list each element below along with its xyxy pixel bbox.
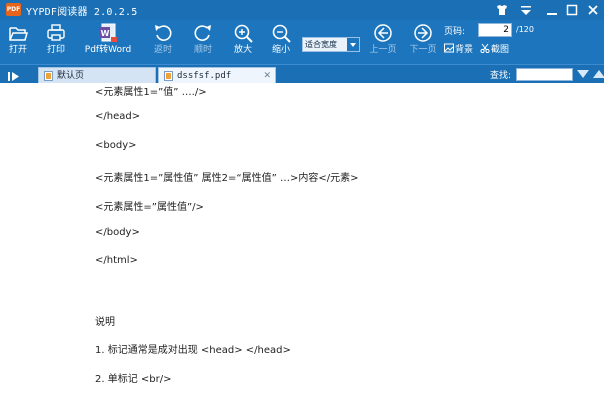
folder-open-icon <box>4 22 32 44</box>
doc-line: 1. 标记通常是成对出现 <head> </head> <box>95 345 291 356</box>
doc-line: </head> <box>95 111 141 122</box>
maximize-icon[interactable] <box>564 2 580 18</box>
svg-text:W: W <box>101 29 110 38</box>
pdf-to-word-button[interactable]: W Pdf转Word <box>82 22 134 62</box>
close-tab-icon[interactable]: ✕ <box>263 68 271 84</box>
scissors-icon <box>480 43 490 54</box>
find-previous-icon[interactable] <box>593 70 604 78</box>
undo-icon <box>150 22 176 44</box>
redo-label: 顺时 <box>193 45 212 55</box>
page-number-label: 页码: <box>444 27 466 37</box>
doc-line: </body> <box>95 227 140 238</box>
zoom-in-button[interactable]: 放大 <box>230 22 256 62</box>
minimize-icon[interactable] <box>544 2 560 18</box>
print-button[interactable]: 打印 <box>40 22 72 62</box>
zoom-mode-value: 适合宽度 <box>305 40 337 49</box>
arrow-right-icon <box>408 22 438 44</box>
close-icon[interactable] <box>585 2 601 18</box>
doc-line: <元素属性1=”值” …./> <box>95 87 207 98</box>
app-logo: PDF <box>6 3 21 16</box>
screenshot-button[interactable]: 截图 <box>480 43 509 55</box>
redo-button[interactable]: 顺时 <box>190 22 216 62</box>
background-icon <box>444 43 454 53</box>
tab-dssfsf-pdf[interactable]: dssfsf.pdf ✕ <box>158 67 276 84</box>
find-next-icon[interactable] <box>577 70 589 78</box>
next-page-button[interactable]: 下一页 <box>408 22 438 62</box>
tab-label: 默认页 <box>57 71 85 81</box>
open-button[interactable]: 打开 <box>4 22 32 62</box>
pdf-to-word-label: Pdf转Word <box>84 45 132 55</box>
open-label: 打开 <box>8 45 27 55</box>
arrow-left-icon <box>368 22 398 44</box>
document-icon <box>44 71 53 81</box>
prev-page-button[interactable]: 上一页 <box>368 22 398 62</box>
skin-icon[interactable] <box>494 2 510 18</box>
sidebar-toggle-icon[interactable] <box>6 68 24 81</box>
doc-line: </html> <box>95 255 138 266</box>
next-page-label: 下一页 <box>409 45 437 55</box>
chevron-down-icon <box>347 38 359 51</box>
word-document-icon: W <box>82 22 134 44</box>
doc-line: <元素属性=”属性值”/> <box>95 202 204 213</box>
page-total: /120 <box>516 25 534 34</box>
pdf-file-icon <box>164 71 173 81</box>
print-label: 打印 <box>46 45 65 55</box>
document-view: <元素属性1=”值” …./> </head> <body> <元素属性1=”属… <box>0 83 604 398</box>
zoom-out-label: 缩小 <box>271 45 290 55</box>
doc-line: <元素属性1=”属性值” 属性2=“属性值” …>内容</元素> <box>95 173 359 184</box>
tab-bar: 默认页 dssfsf.pdf ✕ 查找: <box>0 64 604 84</box>
doc-line: 2. 单标记 <br/> <box>95 374 172 385</box>
title-bar: PDF YYPDF阅读器 2.0.2.5 <box>0 0 604 20</box>
tab-label: dssfsf.pdf <box>177 71 232 81</box>
doc-line: <body> <box>95 140 137 151</box>
undo-button[interactable]: 返时 <box>150 22 176 62</box>
redo-icon <box>190 22 216 44</box>
prev-page-label: 上一页 <box>369 45 397 55</box>
find-label: 查找: <box>490 71 512 81</box>
undo-label: 返时 <box>153 45 172 55</box>
background-label: 背景 <box>455 45 474 55</box>
tab-default-page[interactable]: 默认页 <box>38 67 156 84</box>
zoom-in-icon <box>230 22 256 44</box>
doc-line: 说明 <box>95 317 115 328</box>
printer-icon <box>40 22 72 44</box>
app-title: YYPDF阅读器 2.0.2.5 <box>26 7 138 18</box>
page-number-input[interactable]: 2 <box>478 23 512 37</box>
zoom-out-icon <box>268 22 294 44</box>
find-input[interactable] <box>516 68 573 81</box>
zoom-out-button[interactable]: 缩小 <box>268 22 294 62</box>
zoom-in-label: 放大 <box>233 45 252 55</box>
menu-dropdown-icon[interactable] <box>518 2 534 18</box>
zoom-mode-select[interactable]: 适合宽度 <box>302 37 360 52</box>
background-button[interactable]: 背景 <box>444 43 473 55</box>
screenshot-label: 截图 <box>491 45 510 55</box>
